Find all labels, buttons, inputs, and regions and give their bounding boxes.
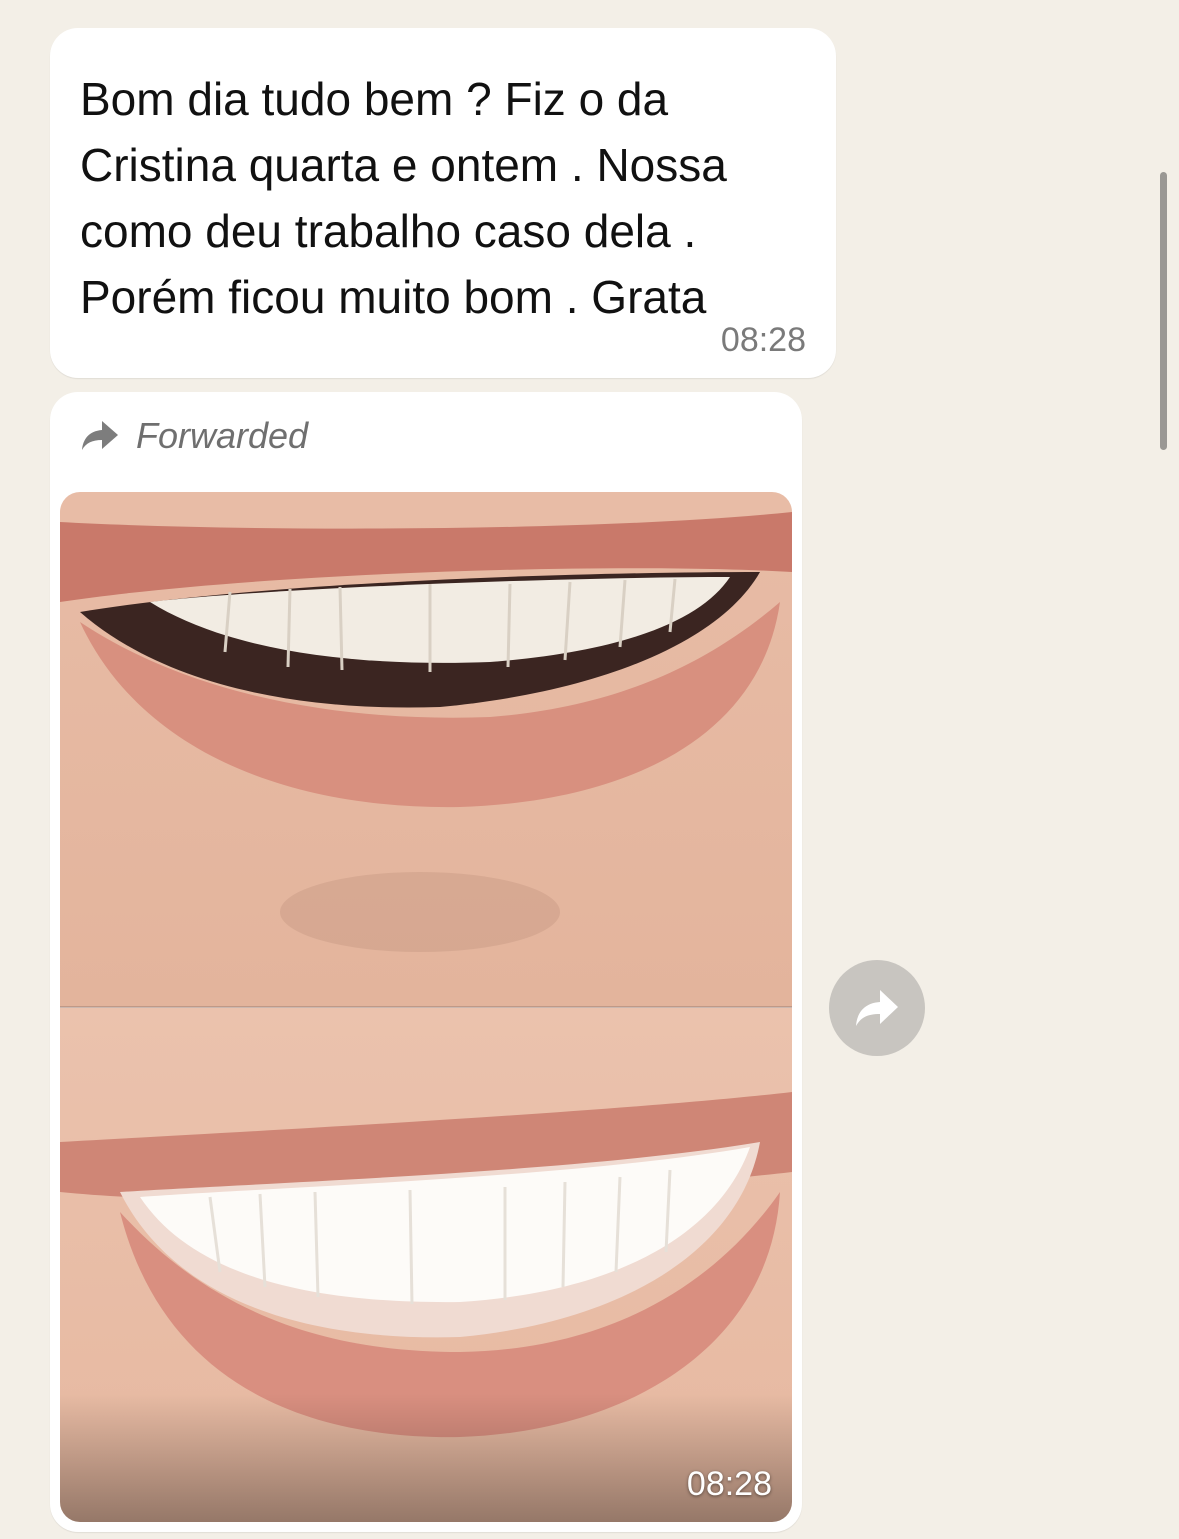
media-message-bubble[interactable]: Forwarded 08:28 (50, 392, 802, 1532)
smile-photo-illustration (60, 492, 792, 1522)
forward-share-icon (856, 990, 898, 1026)
message-bubble[interactable]: Bom dia tudo bem ? Fiz o da Cristina qua… (50, 28, 836, 378)
forwarded-label: Forwarded (136, 415, 309, 456)
scrollbar[interactable] (1160, 172, 1167, 450)
before-after-smile-photo[interactable]: 08:28 (60, 492, 792, 1522)
message-text: Bom dia tudo bem ? Fiz o da Cristina qua… (80, 73, 727, 323)
forwarded-indicator: Forwarded (80, 412, 308, 460)
message-timestamp: 08:28 (720, 321, 806, 359)
forward-arrow-icon (82, 421, 118, 450)
share-button[interactable] (829, 960, 925, 1056)
photo-timestamp: 08:28 (686, 1465, 772, 1503)
chat-area: Bom dia tudo bem ? Fiz o da Cristina qua… (0, 0, 1179, 1539)
